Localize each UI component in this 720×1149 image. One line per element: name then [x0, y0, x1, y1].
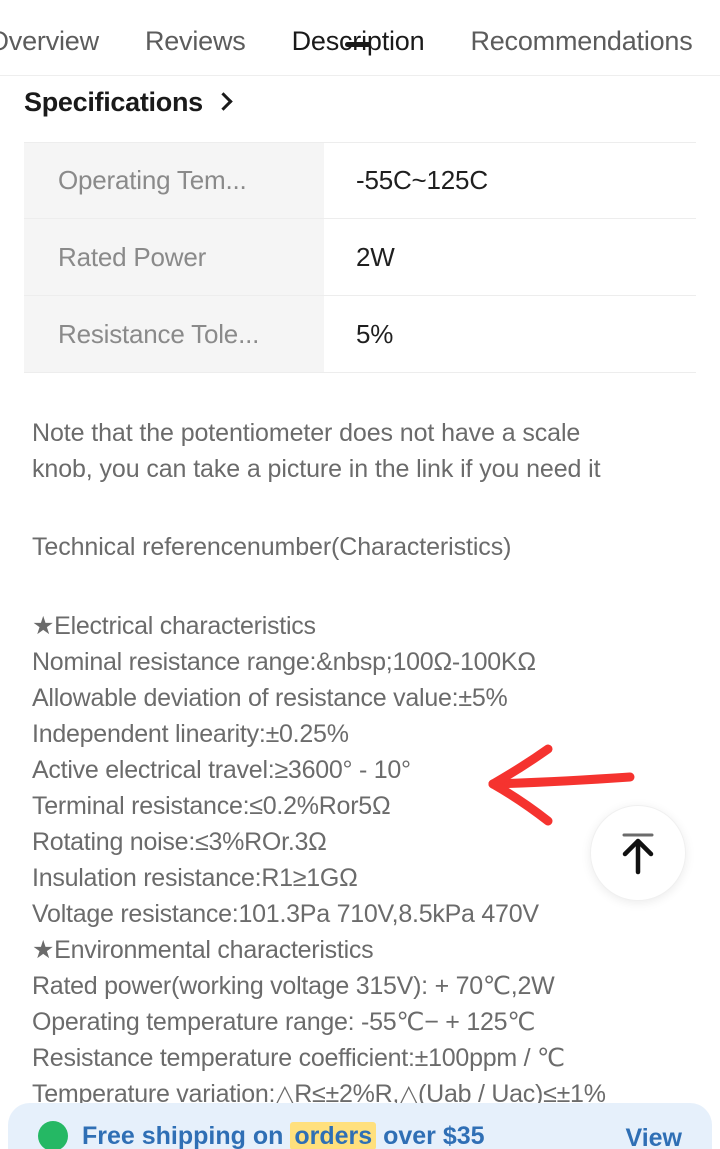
tab-overview-label: Overview [0, 26, 99, 56]
description-line: Allowable deviation of resistance value:… [32, 684, 508, 712]
spec-label: Resistance Tole... [24, 296, 324, 372]
description-line: Independent linearity:±0.25% [32, 720, 349, 748]
description-line: Voltage resistance:101.3Pa 710V,8.5kPa 4… [32, 900, 539, 928]
tab-overview[interactable]: Overview [0, 0, 122, 58]
description-line: Resistance temperature coefficient:±100p… [32, 1044, 565, 1072]
specifications-table: Operating Tem... -55C~125C Rated Power 2… [24, 142, 696, 373]
promo-bottom-bar[interactable]: Free shipping on orders over $35 View [8, 1103, 712, 1149]
description-line: Nominal resistance range:&nbsp;100Ω-100K… [32, 648, 536, 676]
note-paragraph: Note that the potentiometer does not hav… [32, 415, 680, 565]
green-dot-icon [38, 1121, 68, 1149]
note-line-2: knob, you can take a picture in the link… [32, 455, 601, 483]
promo-content: Free shipping on orders over $35 [38, 1119, 688, 1149]
promo-text-highlight: orders [290, 1122, 377, 1149]
note-line-3: Technical referencenumber(Characteristic… [32, 533, 512, 561]
product-tab-bar: Overview Reviews Description Recommendat… [0, 0, 720, 76]
tab-recommendations-label: Recommendations [470, 26, 693, 56]
tab-reviews[interactable]: Reviews [122, 0, 269, 58]
tab-description[interactable]: Description [269, 0, 448, 58]
specifications-header[interactable]: Specifications [24, 84, 233, 120]
scroll-to-top-button[interactable] [590, 805, 686, 901]
promo-text-after: over $35 [376, 1122, 485, 1149]
note-line-1: Note that the potentiometer does not hav… [32, 419, 581, 447]
spec-label: Rated Power [24, 219, 324, 295]
spec-label: Operating Tem... [24, 143, 324, 218]
spec-value: -55C~125C [324, 143, 696, 218]
spec-value: 5% [324, 296, 696, 372]
tab-strip[interactable]: Overview Reviews Description Recommendat… [0, 0, 716, 75]
description-line: ★Environmental characteristics [32, 936, 374, 964]
promo-action-link[interactable]: View [625, 1121, 682, 1149]
spec-value: 2W [324, 219, 696, 295]
page-title: Specifications [24, 87, 203, 117]
tab-description-label: Description [291, 26, 425, 56]
description-line: Active electrical travel:≥3600° - 10° [32, 756, 411, 784]
description-line: Operating temperature range: -55℃− + 125… [32, 1008, 536, 1036]
description-line: Rated power(working voltage 315V): + 70℃… [32, 972, 555, 1000]
active-tab-indicator [345, 42, 371, 47]
table-row: Resistance Tole... 5% [24, 296, 696, 373]
promo-text: Free shipping on orders over $35 [82, 1119, 485, 1149]
table-row: Operating Tem... -55C~125C [24, 142, 696, 219]
chevron-right-icon[interactable] [214, 91, 233, 111]
tab-reviews-label: Reviews [144, 26, 246, 56]
promo-text-before: Free shipping on [82, 1122, 291, 1149]
product-description-screen: Overview Reviews Description Recommendat… [0, 0, 720, 1149]
scroll-to-top-icon [622, 833, 654, 875]
table-row: Rated Power 2W [24, 219, 696, 296]
description-line: ★Electrical characteristics [32, 612, 316, 640]
tab-recommendations[interactable]: Recommendations [447, 0, 715, 58]
